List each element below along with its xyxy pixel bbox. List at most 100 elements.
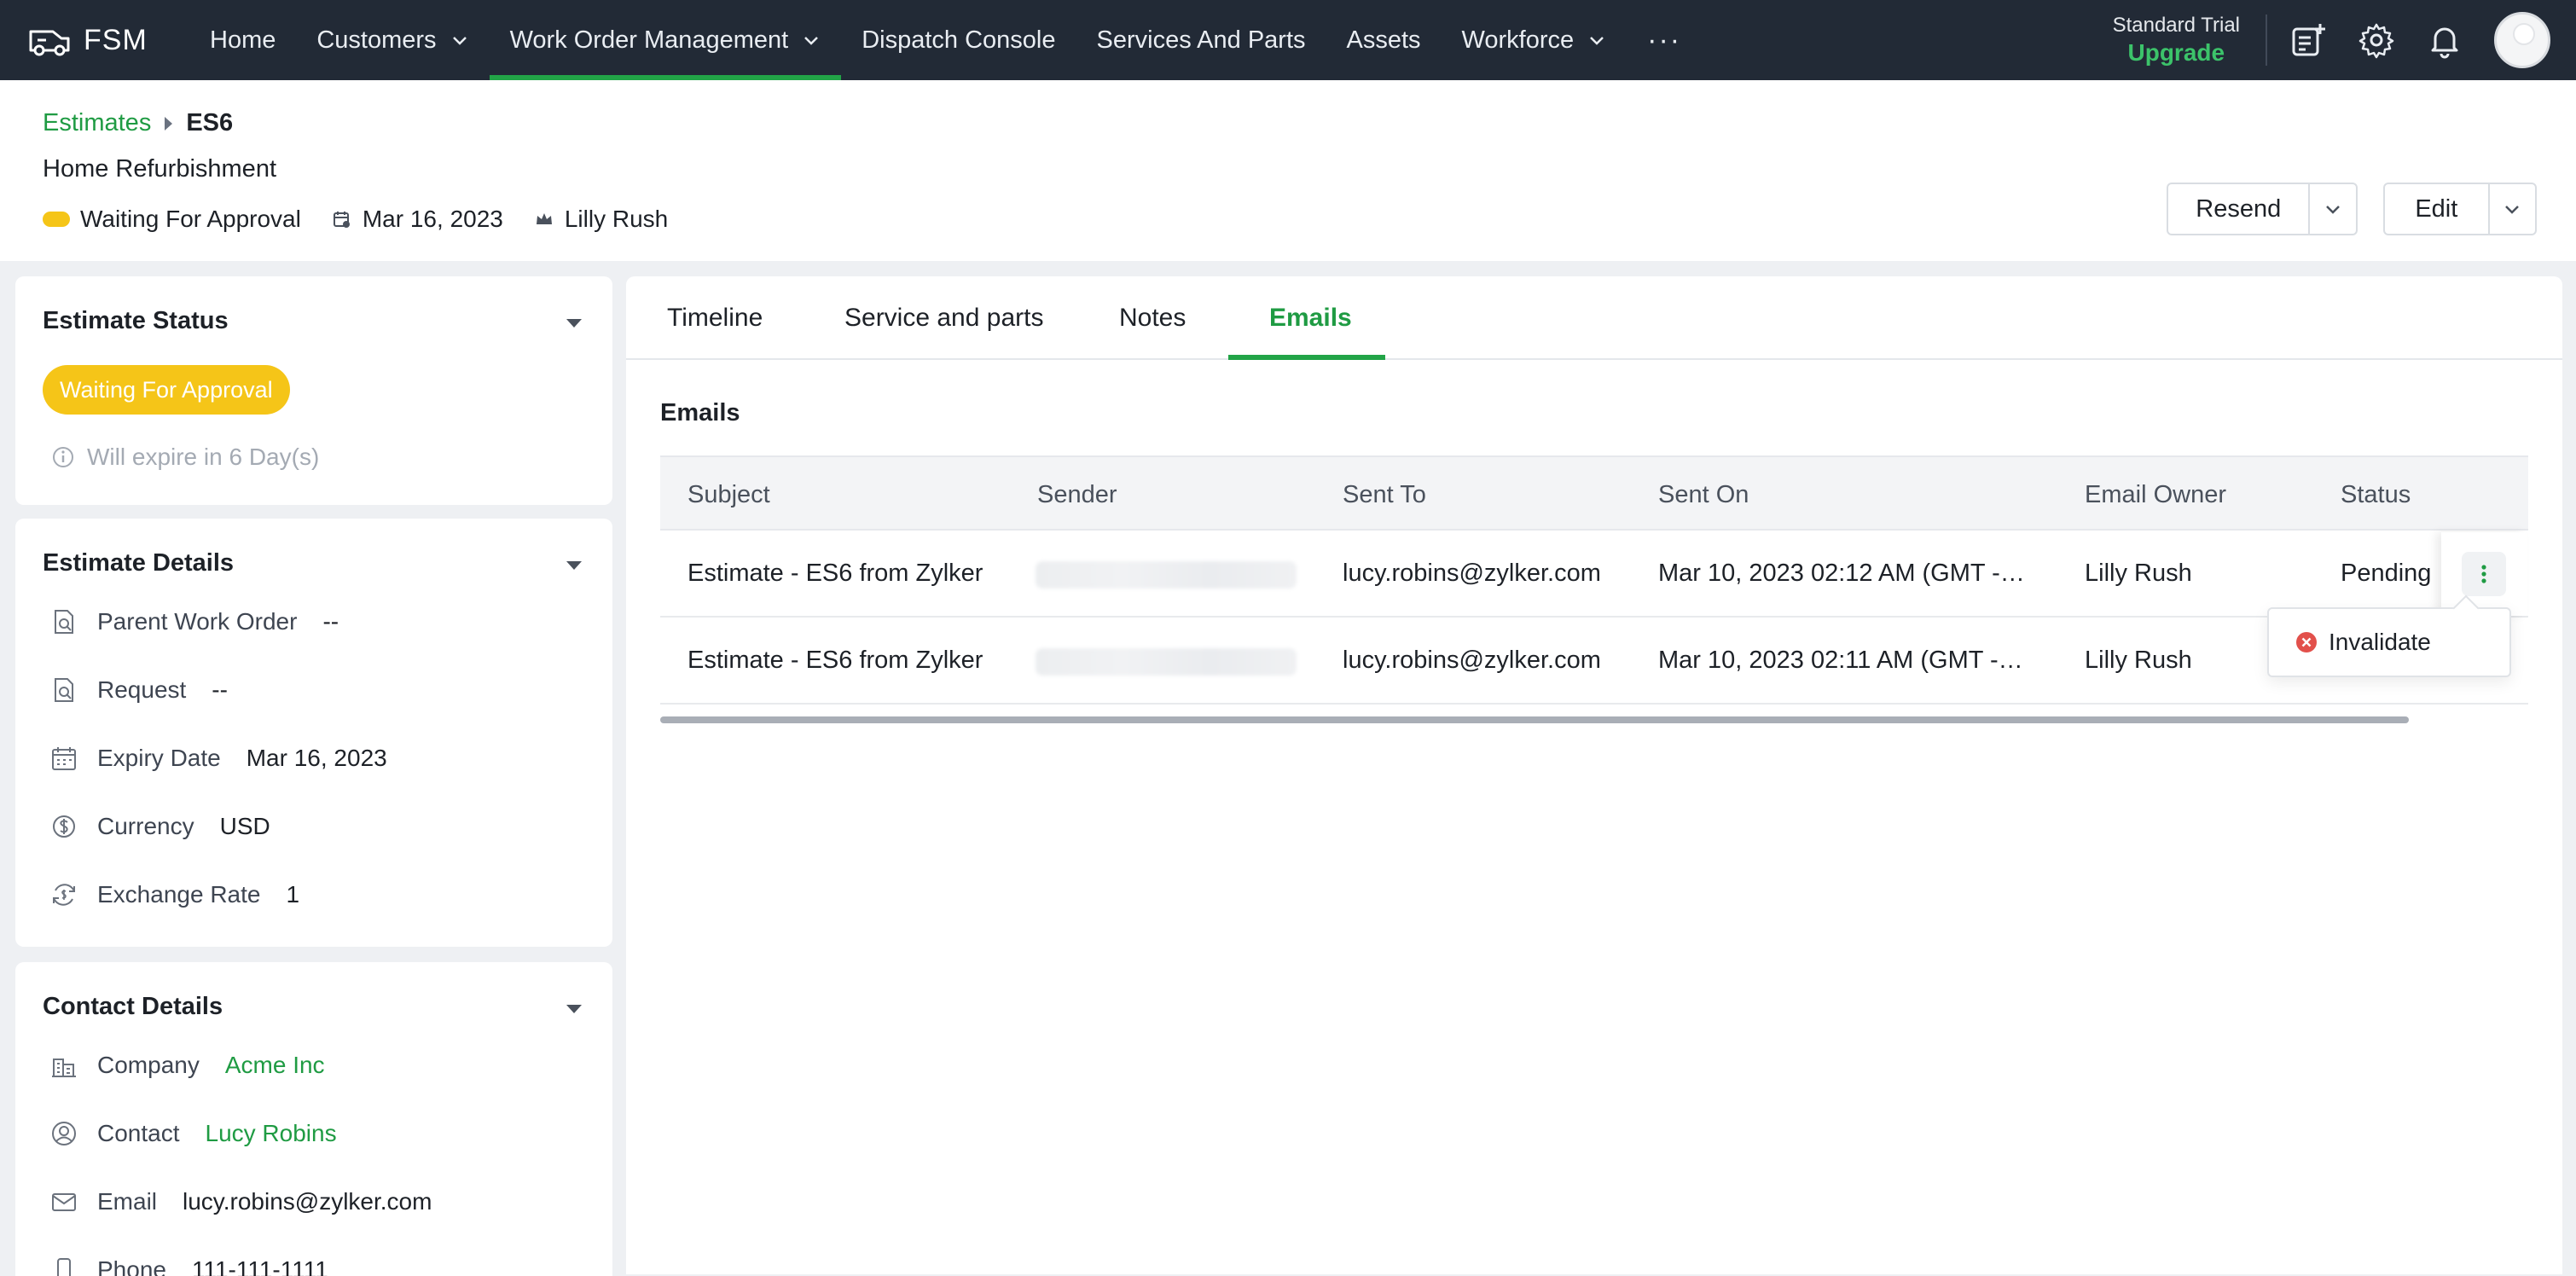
field-label: Company	[97, 1052, 200, 1078]
row-actions-button[interactable]	[2462, 552, 2506, 596]
document-search-icon	[55, 610, 73, 634]
building-icon	[52, 1058, 76, 1077]
nav-assets[interactable]: Assets	[1326, 0, 1442, 80]
chevron-down-icon	[2326, 206, 2341, 214]
contact-link[interactable]: Lucy Robins	[206, 1120, 337, 1147]
nav-services-and-parts[interactable]: Services And Parts	[1076, 0, 1326, 80]
tab-notes[interactable]: Notes	[1119, 276, 1186, 360]
emails-table: Subject Sender Sent To Sent On Email Own…	[660, 455, 2528, 723]
column-header-sent-to[interactable]: Sent To	[1343, 457, 1426, 532]
field-label: Exchange Rate	[97, 881, 261, 908]
field-value: Mar 16, 2023	[246, 745, 387, 771]
resend-options-button[interactable]	[2308, 184, 2356, 234]
bell-icon	[2431, 27, 2458, 59]
page-title: Home Refurbishment	[43, 155, 276, 183]
field-company: Company Acme Inc	[49, 1051, 325, 1080]
top-navigation: FSM Home Customers Work Order Management…	[0, 0, 2576, 80]
column-header-sender[interactable]: Sender	[1037, 457, 1117, 532]
more-icon: ···	[1647, 23, 1682, 56]
resend-button[interactable]: Resend	[2168, 184, 2308, 234]
nav-dispatch-console-label: Dispatch Console	[862, 26, 1056, 54]
close-circle-icon	[2296, 632, 2317, 652]
nav-work-order-management[interactable]: Work Order Management	[489, 0, 842, 80]
field-label: Currency	[97, 813, 194, 839]
contact-details-card: Contact Details Company Acme Inc Contact…	[15, 962, 612, 1276]
quick-create-button[interactable]	[2289, 21, 2327, 59]
main-panel: Timeline Service and parts Notes Emails …	[626, 276, 2562, 1274]
contact-details-title: Contact Details	[43, 993, 223, 1020]
cell-sent-on: Mar 10, 2023 02:12 AM (GMT -…	[1658, 559, 2025, 587]
field-parent-work-order: Parent Work Order --	[49, 607, 339, 636]
edit-button[interactable]: Edit	[2385, 184, 2488, 234]
tab-emails[interactable]: Emails	[1269, 276, 1352, 360]
edit-options-button[interactable]	[2487, 184, 2535, 234]
field-label: Expiry Date	[97, 745, 221, 771]
trial-label: Standard Trial	[2112, 14, 2240, 37]
active-tab-indicator	[1228, 355, 1385, 360]
settings-button[interactable]	[2358, 21, 2395, 59]
phone-icon	[57, 1258, 71, 1276]
gear-icon	[2358, 23, 2394, 59]
expiry-note: Will expire in 6 Day(s)	[51, 444, 319, 471]
collapse-caret-icon[interactable]	[566, 319, 582, 328]
invalidate-menu-item[interactable]: Invalidate	[2329, 629, 2431, 656]
expiry-text: Will expire in 6 Day(s)	[87, 444, 320, 470]
field-value: lucy.robins@zylker.com	[183, 1188, 432, 1215]
collapse-caret-icon[interactable]	[566, 1005, 582, 1013]
sender-redacted	[1036, 648, 1297, 676]
company-link[interactable]: Acme Inc	[225, 1052, 325, 1079]
resend-split-button: Resend	[2167, 183, 2358, 235]
nav-customers[interactable]: Customers	[296, 0, 489, 80]
field-contact: Contact Lucy Robins	[49, 1119, 337, 1148]
nav-workforce-label: Workforce	[1461, 26, 1575, 54]
tab-service-and-parts[interactable]: Service and parts	[844, 276, 1043, 360]
status-badge: Waiting For Approval	[43, 365, 290, 415]
chevron-down-icon	[804, 37, 819, 45]
date-text: Mar 16, 2023	[362, 206, 503, 232]
field-phone: Phone 111-111-1111	[49, 1256, 328, 1276]
cell-owner: Lilly Rush	[2085, 559, 2192, 587]
dollar-circle-icon	[53, 815, 75, 838]
field-expiry-date: Expiry Date Mar 16, 2023	[49, 744, 387, 773]
column-header-sent-on[interactable]: Sent On	[1658, 457, 1749, 532]
horizontal-scrollbar[interactable]	[660, 716, 2409, 723]
nav-more-button[interactable]: ···	[1627, 0, 1702, 80]
column-header-status[interactable]: Status	[2341, 457, 2411, 532]
column-header-subject[interactable]: Subject	[688, 457, 770, 532]
field-label: Phone	[97, 1256, 166, 1276]
kebab-menu-icon	[2481, 565, 2486, 583]
info-icon	[53, 447, 73, 467]
nav-home[interactable]: Home	[189, 0, 296, 80]
field-label: Request	[97, 676, 187, 703]
tab-timeline[interactable]: Timeline	[667, 276, 763, 360]
status-indicator-icon	[43, 212, 70, 227]
app-logo[interactable]: FSM	[27, 23, 189, 57]
breadcrumb: Estimates ES6	[43, 109, 233, 137]
notifications-button[interactable]	[2426, 21, 2463, 59]
chevron-down-icon	[2505, 206, 2520, 214]
table-row[interactable]: Estimate - ES6 from Zylker lucy.robins@z…	[660, 618, 2528, 705]
nav-dispatch-console[interactable]: Dispatch Console	[841, 0, 1076, 80]
field-email: Email lucy.robins@zylker.com	[49, 1187, 432, 1216]
table-header: Subject Sender Sent To Sent On Email Own…	[660, 455, 2528, 531]
add-note-icon	[2292, 24, 2325, 56]
owner-meta: Lilly Rush	[534, 206, 668, 233]
field-label: Email	[97, 1188, 158, 1215]
sender-redacted	[1036, 561, 1297, 589]
field-label: Parent Work Order	[97, 608, 298, 635]
breadcrumb-estimates-link[interactable]: Estimates	[43, 109, 151, 137]
cell-owner: Lilly Rush	[2085, 646, 2192, 674]
nav-workforce[interactable]: Workforce	[1442, 0, 1627, 80]
field-value: --	[322, 608, 339, 635]
app-name: FSM	[84, 23, 148, 56]
envelope-icon	[52, 1193, 76, 1211]
upgrade-link[interactable]: Upgrade	[2113, 39, 2240, 67]
user-avatar[interactable]	[2494, 12, 2550, 68]
collapse-caret-icon[interactable]	[566, 561, 582, 570]
crown-icon	[536, 213, 552, 224]
table-row[interactable]: Estimate - ES6 from Zylker lucy.robins@z…	[660, 531, 2528, 618]
estimate-details-title: Estimate Details	[43, 549, 235, 577]
column-header-email-owner[interactable]: Email Owner	[2085, 457, 2226, 532]
truck-logo-icon	[29, 30, 70, 56]
tab-bar: Timeline Service and parts Notes Emails	[626, 276, 2562, 360]
